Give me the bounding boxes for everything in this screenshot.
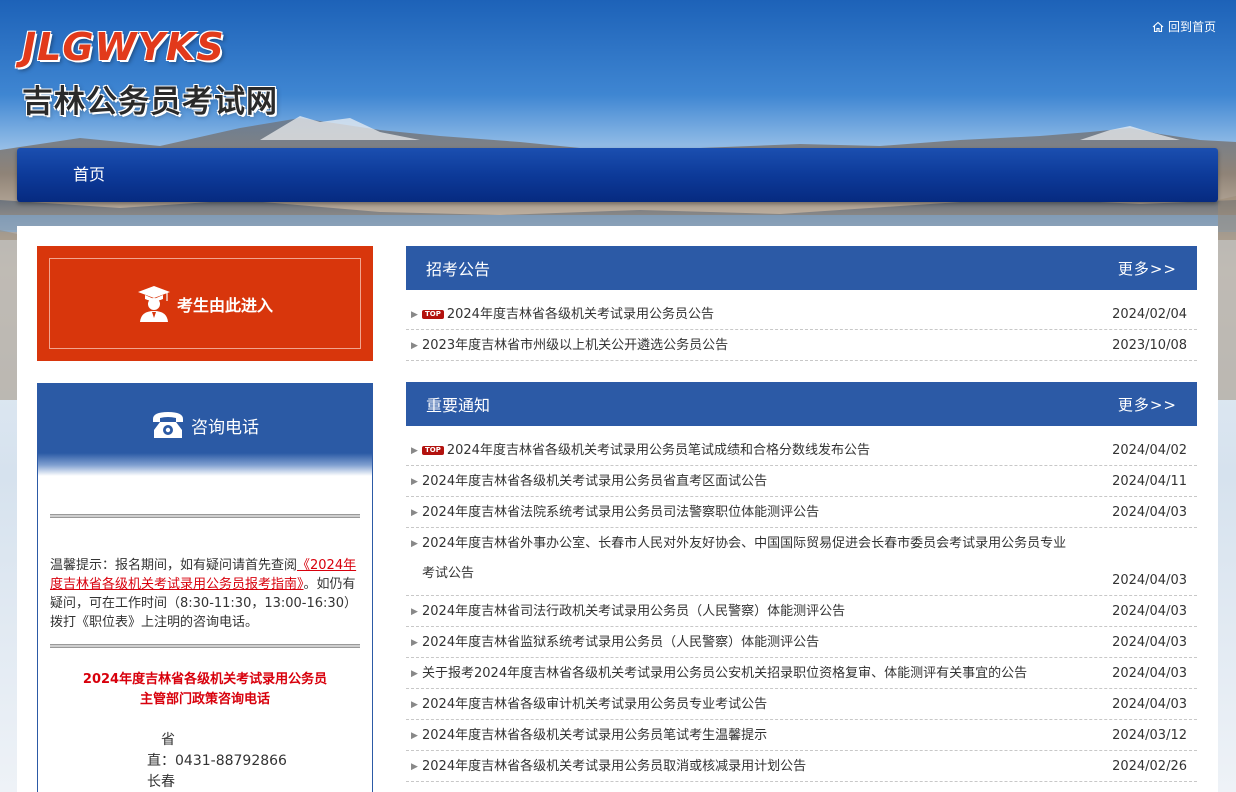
panel-header: 招考公告 更多>>: [406, 246, 1197, 290]
news-item[interactable]: TOP2024年度吉林省各级机关考试录用公务员公告 2024/02/04: [406, 299, 1197, 330]
news-title: 2024年度吉林省各级机关考试录用公务员笔试考生温馨提示: [422, 728, 768, 743]
news-date: 2024/04/03: [1112, 697, 1187, 712]
news-date: 2024/04/02: [1112, 443, 1187, 458]
news-item[interactable]: 2024年度吉林省各级机关考试录用公务员笔试考生温馨提示 2024/03/12: [406, 720, 1197, 751]
news-title: 2023年度吉林省市州级以上机关公开遴选公务员公告: [422, 338, 729, 353]
home-link-label: 回到首页: [1167, 20, 1216, 34]
site-logo[interactable]: JLGWYKS 吉林公务员考试网: [22, 26, 278, 121]
candidate-entry-box: 考生由此进入: [37, 246, 373, 361]
divider: [50, 514, 360, 518]
news-date: 2024/04/03: [1112, 573, 1187, 588]
news-item[interactable]: TOP2024年度吉林省各级机关考试录用公务员笔试成绩和合格分数线发布公告 20…: [406, 435, 1197, 466]
more-link[interactable]: 更多>>: [1118, 394, 1177, 415]
news-date: 2024/02/04: [1112, 307, 1187, 322]
news-date: 2024/04/03: [1112, 666, 1187, 681]
phone-row: 长春市：0431-88776686: [38, 772, 372, 792]
logo-english: JLGWYKS: [22, 25, 225, 69]
consult-title: 咨询电话: [191, 417, 259, 438]
news-item[interactable]: 2024年度吉林省各级审计机关考试录用公务员专业考试公告 2024/04/03: [406, 689, 1197, 720]
news-title: 关于报考2024年度吉林省各级机关考试录用公务员公安机关招录职位资格复审、体能测…: [422, 666, 1028, 681]
news-item[interactable]: 关于报考2024年度吉林省各级机关考试录用公务员公安机关招录职位资格复审、体能测…: [406, 658, 1197, 689]
news-title: 2024年度吉林省法院系统考试录用公务员司法警察职位体能测评公告: [422, 505, 820, 520]
panel-title: 重要通知: [426, 396, 491, 415]
hotline-title: 2024年度吉林省各级机关考试录用公务员 主管部门政策咨询电话: [38, 670, 372, 710]
main-content: 考生由此进入 咨询电话 温馨提示：报名期间，如有疑问请首先查阅《2024年度吉林…: [17, 226, 1218, 792]
recruitment-announcements-panel: 招考公告 更多>> TOP2024年度吉林省各级机关考试录用公务员公告 2024…: [406, 246, 1197, 361]
news-item[interactable]: 2024年度吉林省司法行政机关考试录用公务员（人民警察）体能测评公告 2024/…: [406, 596, 1197, 627]
main-navbar: 首页: [17, 148, 1218, 202]
news-date: 2024/03/12: [1112, 728, 1187, 743]
news-date: 2024/02/26: [1112, 759, 1187, 774]
phone-row: 省 直：0431-88792866: [38, 730, 372, 772]
news-date: 2023/10/08: [1112, 338, 1187, 353]
news-date: 2024/04/03: [1112, 505, 1187, 520]
consult-tip: 温馨提示：报名期间，如有疑问请首先查阅《2024年度吉林省各级机关考试录用公务员…: [50, 556, 360, 632]
consult-header: 咨询电话: [38, 384, 372, 476]
news-date: 2024/04/11: [1112, 474, 1187, 489]
tip-prefix: 温馨提示：报名期间，如有疑问请首先查阅: [50, 558, 298, 573]
news-item[interactable]: 2024年度吉林省各级机关考试录用公务员省直考区面试公告 2024/04/11: [406, 466, 1197, 497]
news-title: 2024年度吉林省各级机关考试录用公务员公告: [446, 307, 714, 322]
panel-title: 招考公告: [426, 260, 491, 279]
news-date: 2024/04/03: [1112, 604, 1187, 619]
top-badge: TOP: [422, 446, 444, 455]
top-badge: TOP: [422, 310, 444, 319]
news-item[interactable]: 2024年度吉林省法院系统考试录用公务员司法警察职位体能测评公告 2024/04…: [406, 497, 1197, 528]
logo-chinese: 吉林公务员考试网: [22, 84, 278, 120]
news-title: 2024年度吉林省各级机关考试录用公务员笔试成绩和合格分数线发布公告: [446, 443, 870, 458]
phone-label: 省 直：: [147, 732, 190, 769]
divider: [50, 644, 360, 648]
news-item[interactable]: 2023年度吉林省市州级以上机关公开遴选公务员公告 2023/10/08: [406, 330, 1197, 361]
phone-number: 0431-88792866: [175, 753, 287, 769]
candidate-entry-button[interactable]: 考生由此进入: [49, 258, 361, 349]
more-link[interactable]: 更多>>: [1118, 258, 1177, 279]
news-item[interactable]: 2024年度吉林省各级机关考试录用公务员取消或核减录用计划公告 2024/02/…: [406, 751, 1197, 782]
home-icon: [1152, 21, 1164, 32]
news-list: TOP2024年度吉林省各级机关考试录用公务员公告 2024/02/04 202…: [406, 290, 1197, 361]
hotline-title-line2: 主管部门政策咨询电话: [139, 692, 270, 707]
news-title: 2024年度吉林省司法行政机关考试录用公务员（人民警察）体能测评公告: [422, 604, 846, 619]
news-title: 2024年度吉林省监狱系统考试录用公务员（人民警察）体能测评公告: [422, 635, 820, 650]
phone-label: 长春市：: [147, 774, 176, 790]
news-title: 2024年度吉林省各级审计机关考试录用公务员专业考试公告: [422, 697, 768, 712]
panel-header: 重要通知 更多>>: [406, 382, 1197, 426]
hotline-title-line1: 2024年度吉林省各级机关考试录用公务员: [82, 672, 328, 687]
important-notices-panel: 重要通知 更多>> TOP2024年度吉林省各级机关考试录用公务员笔试成绩和合格…: [406, 382, 1197, 782]
candidate-entry-label: 考生由此进入: [176, 295, 273, 315]
graduate-icon: [137, 285, 170, 322]
consult-box: 咨询电话 温馨提示：报名期间，如有疑问请首先查阅《2024年度吉林省各级机关考试…: [37, 383, 373, 792]
news-date: 2024/04/03: [1112, 635, 1187, 650]
phone-list: 省 直：0431-88792866 长春市：0431-88776686: [38, 730, 372, 792]
telephone-icon: [153, 412, 183, 438]
nav-item-home[interactable]: 首页: [73, 148, 105, 202]
news-title: 2024年度吉林省各级机关考试录用公务员取消或核减录用计划公告: [422, 759, 807, 774]
home-link[interactable]: 回到首页: [1152, 18, 1216, 35]
news-title: 2024年度吉林省外事办公室、长春市人民对外友好协会、中国国际贸易促进会长春市委…: [422, 536, 1067, 581]
news-item[interactable]: 2024年度吉林省监狱系统考试录用公务员（人民警察）体能测评公告 2024/04…: [406, 627, 1197, 658]
news-item[interactable]: 2024年度吉林省外事办公室、长春市人民对外友好协会、中国国际贸易促进会长春市委…: [406, 528, 1197, 596]
news-list: TOP2024年度吉林省各级机关考试录用公务员笔试成绩和合格分数线发布公告 20…: [406, 426, 1197, 782]
news-title: 2024年度吉林省各级机关考试录用公务员省直考区面试公告: [422, 474, 768, 489]
